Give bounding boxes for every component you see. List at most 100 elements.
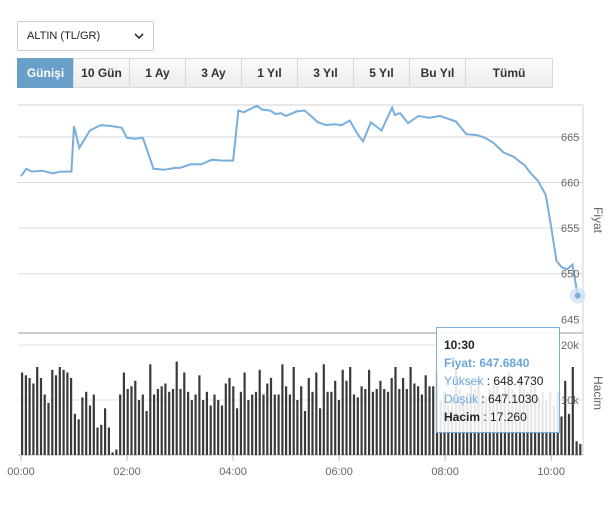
tooltip: 10:30 Fiyat: 647.6840 Yüksek : 648.4730 …	[436, 327, 560, 433]
hover-point	[574, 292, 581, 299]
volume-bar	[579, 444, 582, 455]
volume-bar	[96, 427, 99, 455]
volume-bar	[364, 389, 367, 455]
x-tick-label: 06:00	[325, 466, 353, 478]
volume-bar	[337, 400, 340, 455]
volume-bar	[315, 372, 318, 455]
x-tick-label: 00:00	[7, 466, 35, 478]
volume-bar	[352, 394, 356, 455]
volume-bar	[51, 369, 54, 456]
volume-bar	[224, 383, 227, 455]
volume-bar	[164, 383, 167, 455]
volume-bar	[160, 386, 163, 456]
volume-bar	[134, 380, 137, 456]
volume-bar	[386, 391, 390, 456]
volume-bar	[420, 394, 423, 455]
volume-bar	[564, 380, 567, 456]
x-tick-label: 08:00	[431, 466, 459, 478]
volume-bar	[217, 400, 220, 455]
volume-bar	[36, 367, 39, 455]
volume-bar	[575, 441, 578, 456]
volume-bar	[247, 400, 250, 455]
volume-bar	[296, 400, 299, 455]
y-tick-label: 665	[561, 132, 579, 144]
y-axis-ticks: 645 650 655 660 665 20k 10k	[561, 132, 579, 407]
volume-bar	[356, 397, 359, 456]
volume-bar	[322, 364, 325, 456]
volume-bar	[375, 389, 378, 455]
tooltip-volume-value: 17.260	[490, 410, 527, 424]
volume-bar	[92, 394, 95, 455]
volume-bar	[119, 394, 122, 455]
volume-bar	[220, 405, 224, 455]
volume-bar	[417, 386, 420, 456]
volume-bar	[141, 394, 144, 455]
volume-bar	[394, 367, 397, 455]
volume-bar	[311, 391, 314, 456]
volume-bar	[262, 394, 265, 455]
volume-bar	[398, 389, 401, 455]
volume-bar	[277, 394, 280, 455]
volume-bar	[175, 361, 178, 455]
volume-bar	[39, 378, 43, 455]
volume-bar	[326, 391, 329, 456]
x-axis-ticks: 00:00 02:00 04:00 06:00 08:00 10:00	[7, 455, 565, 478]
volume-bar	[205, 391, 208, 456]
volume-bar	[319, 408, 322, 456]
volume-bar	[341, 369, 344, 456]
volume-bar	[21, 372, 24, 455]
volume-bar	[122, 372, 125, 455]
volume-bar	[213, 394, 216, 455]
volume-bar	[243, 372, 246, 455]
volume-bar	[432, 386, 435, 456]
volume-tick-label: 10k	[561, 395, 579, 407]
volume-bar	[383, 389, 386, 455]
volume-bar	[300, 386, 303, 456]
volume-bar	[137, 400, 141, 455]
volume-bar	[258, 369, 261, 456]
volume-bar	[183, 372, 186, 455]
y-tick-label: 660	[561, 178, 579, 190]
tooltip-high-row: Yüksek : 648.4730	[444, 374, 544, 388]
y-tick-label: 650	[561, 269, 579, 281]
volume-bar	[156, 389, 159, 455]
volume-bar	[349, 367, 352, 455]
volume-bar	[73, 413, 76, 456]
volume-bar	[171, 389, 175, 455]
volume-bar	[187, 391, 190, 456]
volume-bar	[330, 391, 333, 456]
volume-bar	[100, 424, 103, 456]
volume-bar	[126, 389, 129, 455]
tooltip-high-value: 648.4730	[493, 374, 544, 388]
volume-bar	[198, 375, 201, 456]
volume-bar	[85, 391, 88, 456]
volume-bar	[285, 386, 288, 456]
volume-tick-label: 20k	[561, 340, 579, 352]
tooltip-price-label: Fiyat	[444, 356, 473, 370]
volume-bar	[43, 394, 46, 455]
volume-bar	[390, 378, 393, 455]
volume-bar	[360, 386, 363, 456]
x-tick-label: 02:00	[113, 466, 141, 478]
volume-bar	[379, 380, 382, 456]
volume-bar	[232, 386, 235, 456]
volume-bar	[47, 402, 50, 456]
volume-bar	[58, 367, 61, 455]
volume-bar	[66, 372, 69, 455]
tooltip-low-row: Düşük : 647.1030	[444, 392, 539, 406]
y-axis-title-price: Fiyat	[591, 207, 605, 234]
volume-bar	[292, 367, 295, 455]
volume-bar	[409, 367, 412, 455]
volume-bar	[209, 405, 212, 455]
volume-bar	[281, 364, 284, 456]
volume-bar	[571, 367, 574, 455]
tooltip-high-label: Yüksek	[444, 374, 484, 388]
volume-bar	[402, 378, 405, 455]
volume-bar	[254, 391, 258, 456]
volume-bar	[130, 386, 133, 456]
volume-bar	[303, 411, 307, 455]
volume-bar	[266, 383, 269, 455]
price-series-line	[20, 104, 579, 296]
volume-bar	[273, 394, 276, 455]
volume-bar	[28, 378, 31, 455]
